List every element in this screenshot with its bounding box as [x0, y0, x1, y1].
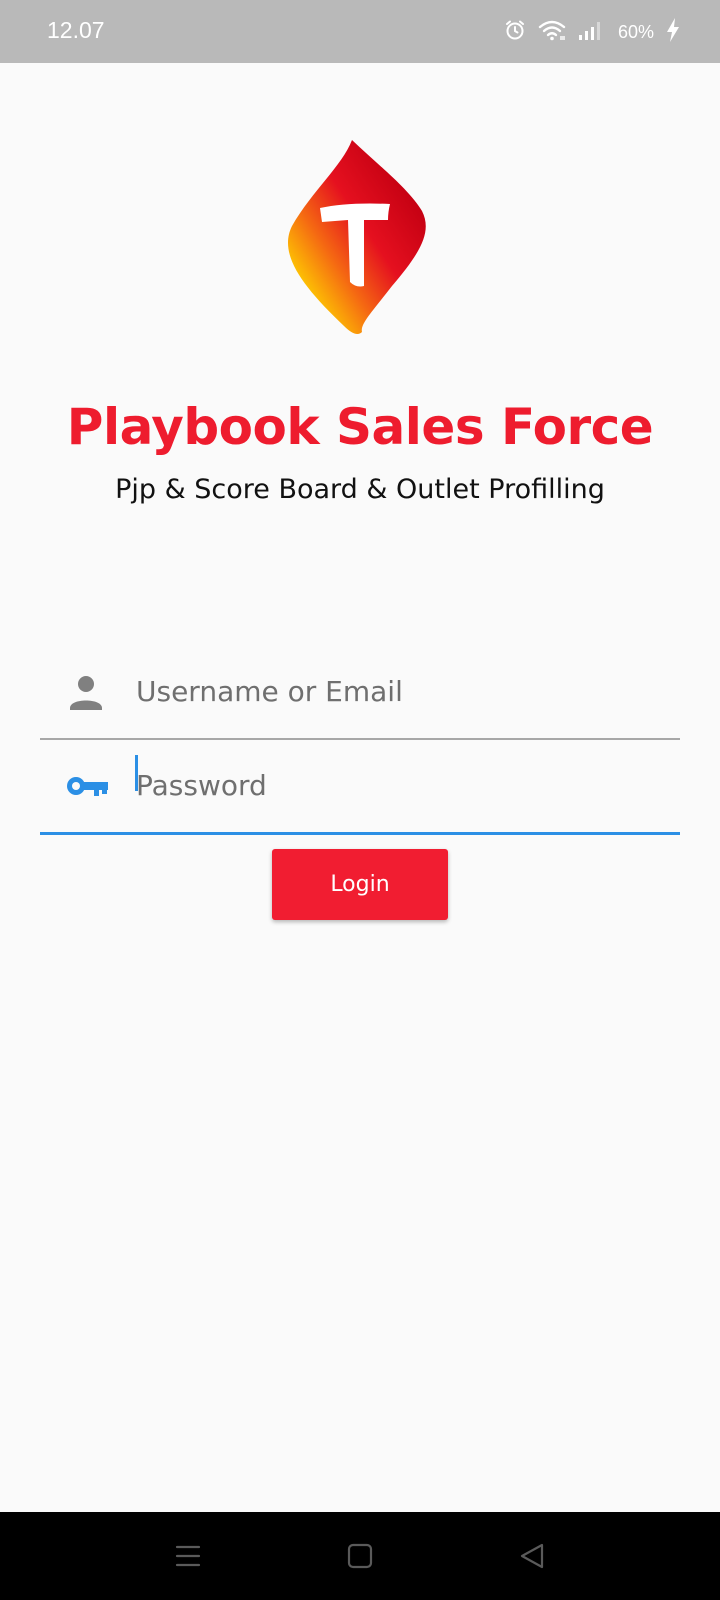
- signal-icon: [578, 19, 604, 45]
- username-field[interactable]: [40, 648, 680, 740]
- back-icon[interactable]: [508, 1532, 556, 1580]
- menu-icon[interactable]: [164, 1532, 212, 1580]
- person-icon: [64, 670, 108, 714]
- password-input[interactable]: [136, 760, 656, 810]
- app-logo: [282, 136, 436, 342]
- status-icons: 60%: [504, 18, 680, 46]
- home-icon[interactable]: [336, 1532, 384, 1580]
- status-bar: 12.07 60%: [0, 0, 720, 63]
- status-time: 12.07: [47, 17, 105, 43]
- battery-percentage: 60%: [617, 21, 654, 42]
- alarm-icon: [504, 19, 526, 45]
- wifi-icon: [538, 19, 566, 45]
- charging-icon: [666, 18, 680, 46]
- password-field[interactable]: [40, 742, 680, 835]
- navigation-bar: [0, 1512, 720, 1600]
- username-input[interactable]: [136, 666, 656, 716]
- key-icon: [64, 764, 108, 808]
- app-subtitle: Pjp & Score Board & Outlet Profilling: [115, 474, 605, 505]
- login-button[interactable]: Login: [272, 849, 448, 920]
- app-title: Playbook Sales Force: [66, 398, 654, 456]
